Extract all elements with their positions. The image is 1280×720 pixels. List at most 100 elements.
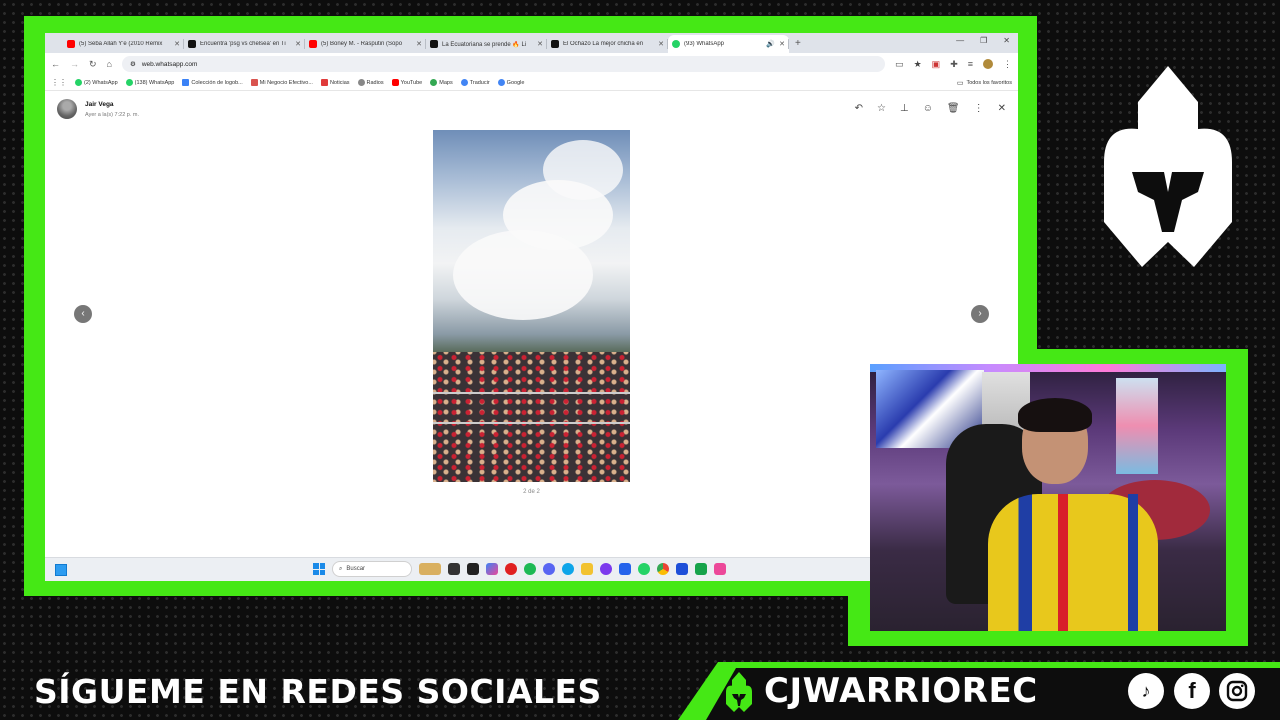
taskbar-app-icon[interactable] — [505, 563, 517, 575]
close-window-icon[interactable]: ✕ — [1003, 36, 1010, 45]
taskbar-center: ⌕ Buscar — [313, 561, 726, 577]
bookmark-item[interactable]: Maps — [430, 79, 453, 86]
widgets-icon[interactable] — [55, 564, 67, 576]
taskbar-app-icon[interactable] — [695, 563, 707, 575]
spotify-icon[interactable] — [524, 563, 536, 575]
google-icon — [497, 79, 505, 86]
channel-handle: CJWARRIOREC — [764, 671, 1038, 711]
bookmark-item[interactable]: YouTube — [391, 79, 422, 86]
sender-name: Jair Vega — [85, 100, 114, 108]
delete-icon[interactable]: 🗑 — [947, 103, 960, 114]
tiktok-icon[interactable]: ♪ — [1128, 673, 1164, 709]
sender-info: Jair Vega Ayer a la(s) 7:22 p. m. — [57, 99, 139, 119]
close-tab-icon[interactable]: ✕ — [658, 40, 664, 48]
browser-tab[interactable]: Encuentra 'psg vs chelsea' en Ti ✕ — [184, 35, 305, 53]
bookmark-item[interactable]: Colección de logob... — [182, 79, 243, 86]
window-controls: — ❐ ✕ — [956, 36, 1010, 45]
windows-start-icon[interactable] — [313, 563, 325, 575]
emoji-icon[interactable]: ☺ — [923, 103, 933, 114]
pin-icon[interactable]: ⊥ — [900, 103, 909, 114]
menu-icon[interactable]: ⋮ — [1003, 59, 1012, 70]
taskbar-app-icon[interactable] — [467, 563, 479, 575]
url-text: web.whatsapp.com — [141, 60, 198, 68]
taskbar-app-icon[interactable] — [676, 563, 688, 575]
bookmark-item[interactable]: Radios — [357, 79, 384, 86]
close-tab-icon[interactable]: ✕ — [416, 40, 422, 48]
sender-time: Ayer a la(s) 7:22 p. m. — [85, 111, 140, 118]
whatsapp-icon[interactable] — [638, 563, 650, 575]
reload-icon[interactable]: ↻ — [89, 59, 97, 70]
forward-icon[interactable]: → — [70, 59, 79, 69]
previous-media-button[interactable]: ‹ — [74, 305, 92, 323]
new-tab-button[interactable]: + — [795, 35, 801, 53]
cast-icon[interactable]: ▭ — [895, 59, 904, 70]
puzzle-icon[interactable]: ✚ — [950, 59, 958, 70]
star-icon[interactable]: ☆ — [877, 103, 886, 114]
more-icon[interactable]: ⋮ — [974, 103, 984, 114]
bookmark-item[interactable]: Google — [497, 79, 524, 86]
extension-icon[interactable]: ▣ — [932, 59, 941, 70]
tiktok-icon — [430, 40, 438, 48]
browser-tab[interactable]: La Ecuatoriana se prende 🔥 Li ✕ — [426, 35, 547, 53]
bookmark-item[interactable]: Mi Negocio Efectivo... — [250, 79, 313, 86]
discord-icon[interactable] — [543, 563, 555, 575]
edge-icon[interactable] — [562, 563, 574, 575]
facebook-icon[interactable]: f — [1174, 673, 1210, 709]
profile-avatar[interactable] — [983, 59, 993, 69]
bookmark-star-icon[interactable]: ★ — [914, 59, 922, 70]
bookmark-favicon — [182, 79, 190, 86]
taskbar-app-icon[interactable] — [486, 563, 498, 575]
warrior-helmet-logo — [1104, 66, 1232, 267]
taskbar-app-icon[interactable] — [600, 563, 612, 575]
media-image — [433, 130, 630, 482]
media-icon[interactable]: ≡ — [968, 59, 973, 69]
chrome-icon[interactable] — [657, 563, 669, 575]
reply-icon[interactable]: ↶ — [855, 103, 863, 114]
taskbar-search[interactable]: ⌕ Buscar — [332, 561, 412, 577]
browser-tab[interactable]: El Ochazo La mejor chicha en ✕ — [547, 35, 668, 53]
translate-icon — [460, 79, 468, 86]
back-icon[interactable]: ← — [51, 59, 60, 69]
whatsapp-icon — [75, 79, 82, 86]
browser-tab[interactable]: (5) Boney M. - Rasputin (Sopo ✕ — [305, 35, 426, 53]
close-tab-icon[interactable]: ✕ — [537, 40, 543, 48]
youtube-icon — [309, 40, 317, 48]
bookmark-item[interactable]: Traducir — [460, 79, 490, 86]
tiktok-icon — [188, 40, 196, 48]
next-media-button[interactable]: › — [971, 305, 989, 323]
browser-tab[interactable]: (5) Seba Allah Y'e (2010 Remix ✕ — [63, 35, 184, 53]
taskbar-app-icon[interactable] — [419, 563, 441, 575]
news-icon — [320, 79, 328, 86]
close-tab-icon[interactable]: ✕ — [174, 40, 180, 48]
instagram-icon[interactable] — [1219, 673, 1255, 709]
file-explorer-icon[interactable] — [581, 563, 593, 575]
close-tab-icon[interactable]: ✕ — [779, 40, 785, 48]
store-icon[interactable] — [619, 563, 631, 575]
follow-banner-text: SÍGUEME EN REDES SOCIALES — [34, 672, 602, 711]
bookmark-item[interactable]: Noticias — [320, 79, 350, 86]
all-bookmarks[interactable]: ▭ Todos los favoritos — [957, 79, 1012, 87]
apps-grid-icon[interactable]: ⋮⋮ — [51, 78, 67, 87]
tiktok-icon[interactable] — [714, 563, 726, 575]
browser-tab-active[interactable]: (93) WhatsApp 🔊 ✕ — [668, 35, 789, 53]
bookmark-item[interactable]: (2) WhatsApp — [75, 79, 118, 86]
address-bar[interactable]: ⚙ web.whatsapp.com — [121, 56, 886, 72]
speaker-icon[interactable]: 🔊 — [766, 40, 775, 48]
close-tab-icon[interactable]: ✕ — [295, 40, 301, 48]
browser-tab-bar: (5) Seba Allah Y'e (2010 Remix ✕ Encuentr… — [45, 33, 1018, 53]
streamer — [988, 398, 1158, 631]
whatsapp-icon — [672, 40, 680, 48]
close-icon[interactable]: ✕ — [998, 103, 1006, 114]
browser-toolbar: ← → ↻ ⌂ ⚙ web.whatsapp.com ▭ ★ ▣ ✚ ≡ ⋮ — [45, 53, 1018, 75]
webcam-feed — [870, 364, 1226, 631]
minimize-icon[interactable]: — — [956, 36, 964, 45]
bookmarks-bar: ⋮⋮ (2) WhatsApp (138) WhatsApp Colección… — [45, 75, 1018, 91]
brand-logo-icon — [726, 672, 752, 712]
bookmark-item[interactable]: (138) WhatsApp — [125, 79, 174, 86]
taskbar-app-icon[interactable] — [448, 563, 460, 575]
restore-icon[interactable]: ❐ — [980, 36, 987, 45]
avatar[interactable] — [57, 99, 77, 119]
site-info-icon[interactable]: ⚙ — [130, 60, 136, 68]
cloud — [543, 140, 623, 200]
home-icon[interactable]: ⌂ — [107, 59, 112, 69]
